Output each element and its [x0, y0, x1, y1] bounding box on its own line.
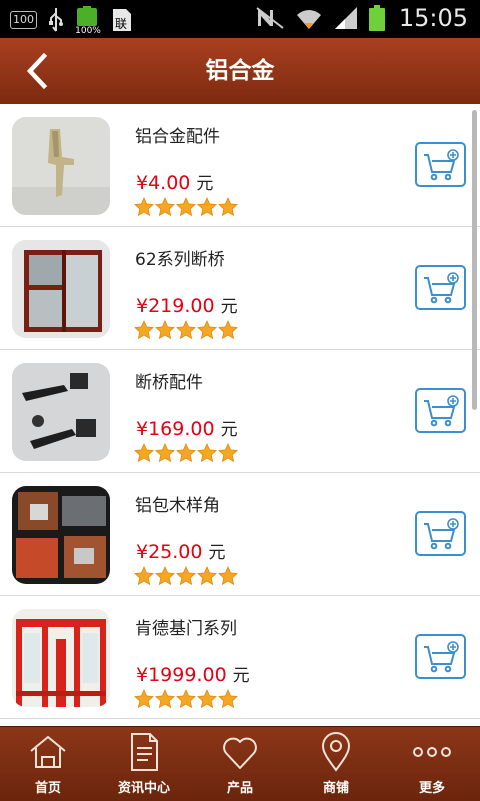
battery-icon: [368, 5, 385, 31]
scrollbar[interactable]: [472, 110, 477, 410]
nav-label: 产品: [226, 781, 253, 796]
no-signal-icon: [256, 7, 284, 29]
star-icon: [134, 689, 154, 709]
usb-icon: [49, 8, 63, 32]
nav-item-home[interactable]: 首页: [0, 727, 96, 801]
star-icon: [155, 320, 175, 340]
nav-label: 商铺: [322, 781, 349, 796]
star-icon: [176, 443, 196, 463]
product-item[interactable]: 62系列断桥 ¥219.00 元: [0, 227, 480, 350]
star-icon: [155, 689, 175, 709]
star-icon: [176, 197, 196, 217]
wifi-icon: [296, 10, 321, 29]
product-price: ¥169.00 元: [136, 418, 238, 440]
back-button[interactable]: [18, 50, 58, 92]
product-thumbnail: [12, 117, 110, 215]
rating-stars: [134, 689, 238, 709]
product-list[interactable]: 铝合金配件 ¥4.00 元 62系列断桥 ¥219.00 元 断桥配件 ¥169…: [0, 104, 480, 726]
star-icon: [197, 689, 217, 709]
nav-label: 资讯中心: [117, 781, 170, 796]
star-icon: [197, 320, 217, 340]
star-icon: [134, 197, 154, 217]
product-thumbnail: [12, 363, 110, 461]
location-pin-icon: [321, 732, 351, 772]
star-icon: [155, 197, 175, 217]
star-icon: [134, 320, 154, 340]
document-icon: [131, 733, 158, 771]
star-icon: [218, 443, 238, 463]
nav-item-more[interactable]: 更多: [384, 727, 480, 801]
page-title: 铝合金: [205, 58, 275, 84]
more-dots-icon: [413, 747, 451, 757]
home-icon: [30, 735, 66, 768]
add-to-cart-button[interactable]: [415, 265, 466, 310]
signal-icon: [334, 7, 357, 29]
star-icon: [197, 443, 217, 463]
cart-add-icon: [424, 641, 459, 673]
rating-stars: [134, 566, 238, 586]
add-to-cart-button[interactable]: [415, 511, 466, 556]
cart-add-icon: [424, 518, 459, 550]
product-price: ¥1999.00 元: [136, 664, 250, 686]
nav-item-news[interactable]: 资讯中心: [96, 727, 192, 801]
nav-item-shop[interactable]: 商铺: [288, 727, 384, 801]
product-name: 铝合金配件: [135, 127, 220, 147]
star-icon: [197, 197, 217, 217]
status-bar: 100 100% 联 15:05: [0, 0, 480, 38]
svg-text:联: 联: [115, 17, 127, 31]
add-to-cart-button[interactable]: [415, 142, 466, 187]
status-time: 15:05: [398, 4, 468, 32]
rating-stars: [134, 443, 238, 463]
star-icon: [218, 566, 238, 586]
product-name: 铝包木样角: [135, 496, 220, 516]
cart-add-icon: [424, 395, 459, 427]
rating-stars: [134, 197, 238, 217]
nav-label: 更多: [418, 781, 445, 796]
product-item[interactable]: 铝合金配件 ¥4.00 元: [0, 104, 480, 227]
product-price: ¥25.00 元: [136, 541, 226, 563]
cart-add-icon: [424, 272, 459, 304]
star-icon: [218, 689, 238, 709]
product-thumbnail: [12, 240, 110, 338]
star-icon: [176, 689, 196, 709]
product-thumbnail: [12, 486, 110, 584]
title-bar: 铝合金: [0, 38, 480, 105]
product-name: 断桥配件: [135, 373, 203, 393]
star-icon: [176, 320, 196, 340]
nav-label: 首页: [34, 781, 61, 796]
product-item[interactable]: 断桥配件 ¥169.00 元: [0, 350, 480, 473]
add-to-cart-button[interactable]: [415, 634, 466, 679]
status-badge: 100: [10, 11, 37, 29]
star-icon: [134, 566, 154, 586]
product-price: ¥4.00 元: [136, 172, 214, 194]
star-icon: [197, 566, 217, 586]
star-icon: [176, 566, 196, 586]
star-icon: [218, 197, 238, 217]
heart-icon: [223, 737, 257, 769]
product-item[interactable]: 肯德基门系列 ¥1999.00 元: [0, 596, 480, 719]
add-to-cart-button[interactable]: [415, 388, 466, 433]
cart-add-icon: [424, 149, 459, 181]
product-name: 肯德基门系列: [135, 619, 237, 639]
product-item[interactable]: 铝包木样角 ¥25.00 元: [0, 473, 480, 596]
star-icon: [218, 320, 238, 340]
product-thumbnail: [12, 609, 110, 707]
product-name: 62系列断桥: [135, 250, 225, 270]
product-price: ¥219.00 元: [136, 295, 238, 317]
nav-item-products[interactable]: 产品: [192, 727, 288, 801]
star-icon: [155, 443, 175, 463]
sim-card-icon: 联: [113, 9, 131, 31]
battery-full-icon: 100%: [75, 6, 101, 36]
bottom-nav: 首页 资讯中心 产品 商铺 更多: [0, 726, 480, 801]
star-icon: [155, 566, 175, 586]
star-icon: [134, 443, 154, 463]
chevron-left-icon: [26, 52, 48, 90]
rating-stars: [134, 320, 238, 340]
